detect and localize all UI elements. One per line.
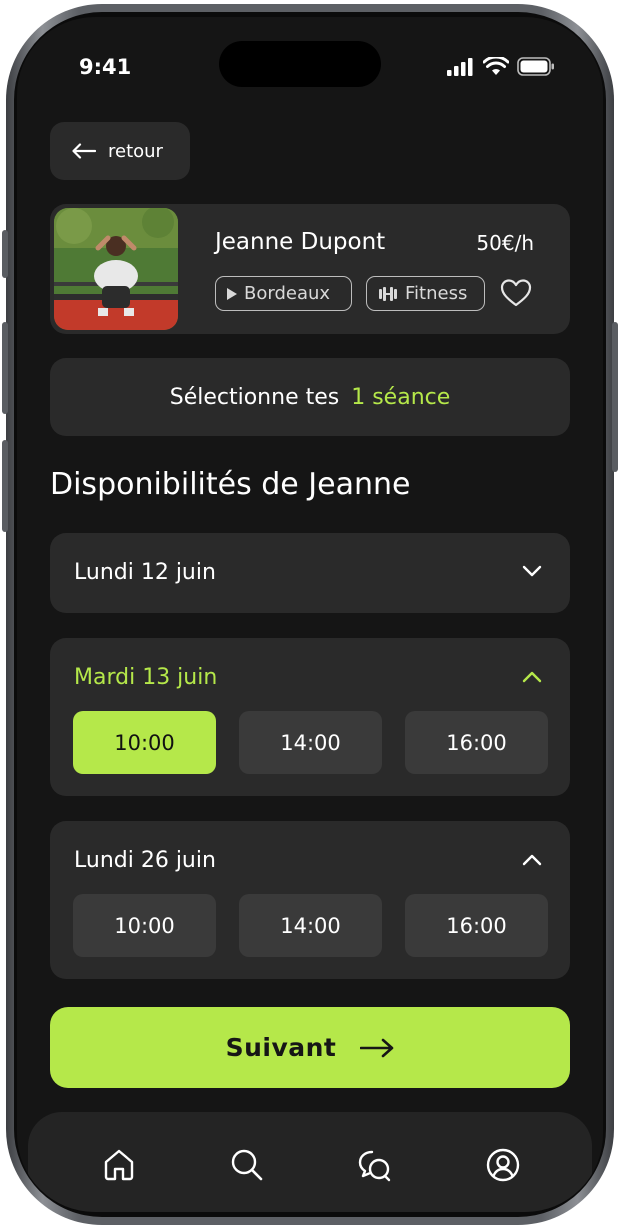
profile-icon[interactable] bbox=[485, 1147, 521, 1183]
selection-banner: Sélectionne tes 1 séance bbox=[50, 358, 570, 436]
status-time: 9:41 bbox=[79, 55, 132, 79]
location-arrow-icon bbox=[227, 287, 237, 300]
selection-prefix: Sélectionne tes bbox=[169, 384, 340, 410]
chevron-down-icon[interactable] bbox=[522, 565, 542, 577]
chevron-up-icon[interactable] bbox=[522, 854, 542, 866]
time-slot[interactable]: 16:00 bbox=[405, 711, 548, 774]
sport-label: Fitness bbox=[405, 283, 468, 304]
time-slot[interactable]: 16:00 bbox=[405, 894, 548, 957]
day-card-mardi-13[interactable]: Mardi 13 juin 10:00 14:00 16:00 bbox=[50, 638, 570, 796]
bottom-tab-bar bbox=[28, 1112, 592, 1212]
coach-card[interactable]: Jeanne Dupont 50€/h Bordeaux Fitness bbox=[50, 204, 570, 334]
sport-tag: Fitness bbox=[366, 276, 485, 311]
arrow-right-icon bbox=[360, 1038, 394, 1057]
city-label: Bordeaux bbox=[244, 283, 331, 304]
power-button bbox=[612, 322, 618, 472]
next-button[interactable]: Suivant bbox=[50, 1007, 570, 1088]
time-slot[interactable]: 14:00 bbox=[239, 711, 382, 774]
selection-count: 1 séance bbox=[351, 384, 451, 410]
signal-icon bbox=[447, 57, 473, 76]
day-card-lundi-26[interactable]: Lundi 26 juin 10:00 14:00 16:00 bbox=[50, 821, 570, 979]
chevron-up-icon[interactable] bbox=[522, 671, 542, 683]
time-slot[interactable]: 14:00 bbox=[239, 894, 382, 957]
city-tag: Bordeaux bbox=[215, 276, 352, 311]
dynamic-island bbox=[219, 41, 381, 87]
day-label: Lundi 26 juin bbox=[74, 848, 216, 873]
status-icons bbox=[447, 57, 555, 76]
back-button[interactable]: retour bbox=[50, 122, 190, 180]
coach-price: 50€/h bbox=[476, 231, 534, 255]
back-label: retour bbox=[108, 140, 163, 162]
time-slot[interactable]: 10:00 bbox=[73, 711, 216, 774]
coach-photo bbox=[54, 208, 178, 330]
day-card-lundi-12[interactable]: Lundi 12 juin bbox=[50, 533, 570, 613]
volume-up-button bbox=[2, 322, 8, 414]
home-icon[interactable] bbox=[101, 1147, 137, 1183]
time-slot[interactable]: 10:00 bbox=[73, 894, 216, 957]
app-screen: 9:41 retour Jeanne Dupont 50€/h Bordeaux… bbox=[17, 17, 603, 1212]
chat-icon[interactable] bbox=[357, 1147, 393, 1183]
day-label: Mardi 13 juin bbox=[74, 665, 218, 690]
battery-icon bbox=[517, 57, 554, 76]
next-label: Suivant bbox=[225, 1033, 337, 1062]
search-icon[interactable] bbox=[229, 1147, 265, 1183]
availability-title: Disponibilités de Jeanne bbox=[50, 467, 411, 502]
arrow-left-icon bbox=[72, 143, 96, 159]
coach-name: Jeanne Dupont bbox=[215, 229, 386, 255]
wifi-icon bbox=[483, 57, 509, 75]
volume-down-button bbox=[2, 440, 8, 532]
action-button bbox=[2, 230, 8, 278]
dumbbell-icon bbox=[379, 286, 397, 301]
favorite-heart-icon[interactable] bbox=[500, 278, 532, 308]
day-label: Lundi 12 juin bbox=[74, 560, 216, 585]
